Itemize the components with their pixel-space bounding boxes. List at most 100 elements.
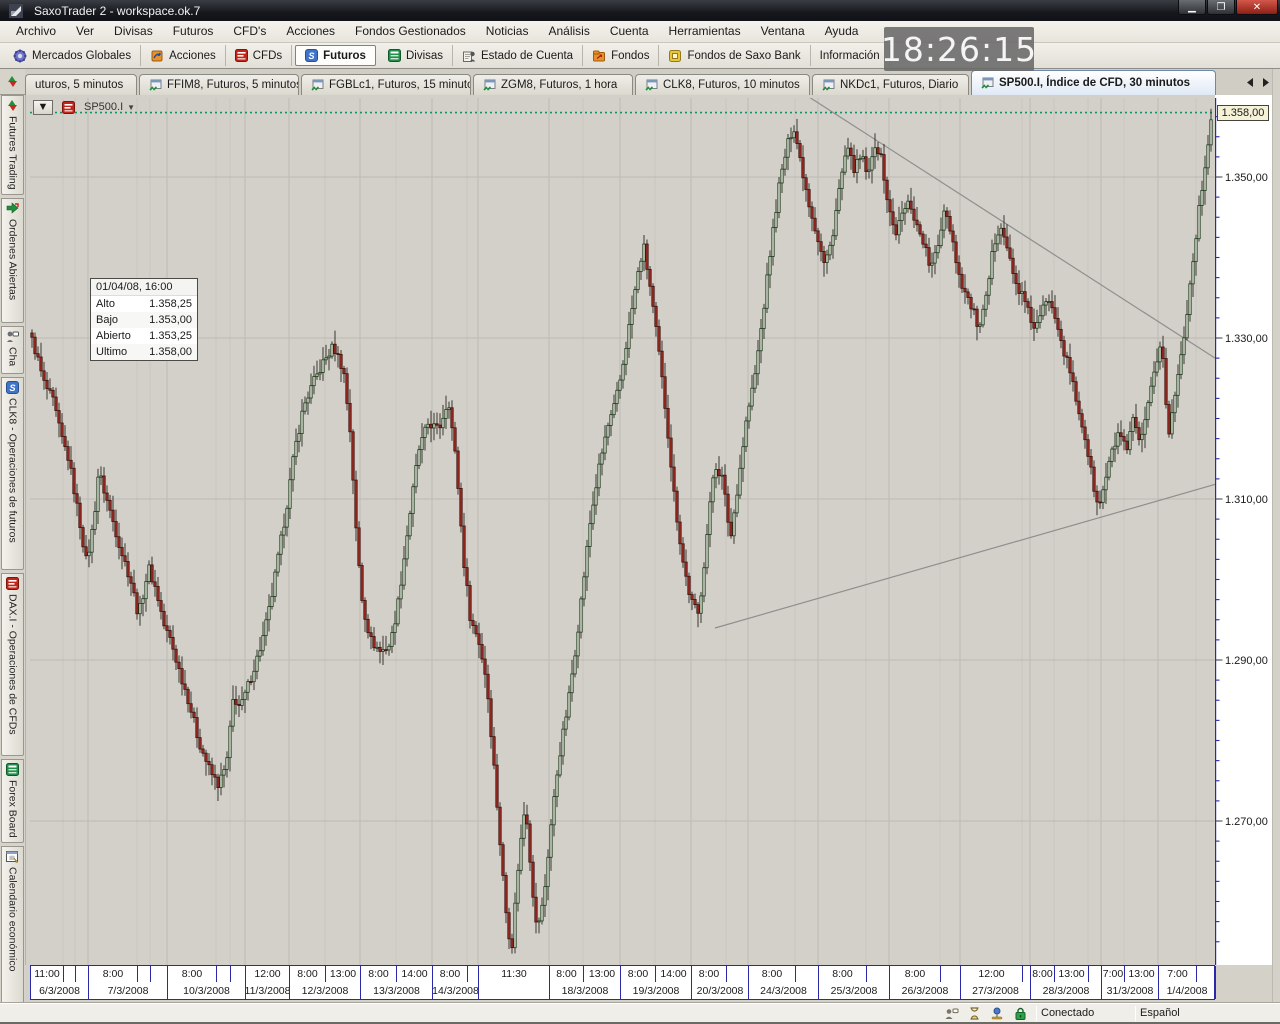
menu-futuros[interactable]: Futuros <box>163 21 224 42</box>
menu-cfd-s[interactable]: CFD's <box>223 21 276 42</box>
secure-lock-icon <box>1014 1007 1027 1020</box>
tab-clk8-futuros-10-minutos[interactable]: CLK8, Futuros, 10 minutos <box>635 74 810 95</box>
menu-divisas[interactable]: Divisas <box>104 21 163 42</box>
svg-text:1.310,00: 1.310,00 <box>1225 494 1268 506</box>
time-cell-7-00: 7:00 <box>1159 966 1197 982</box>
restore-button[interactable]: ❐ <box>1207 0 1235 15</box>
tooltip-high-value: 1.358,25 <box>149 298 192 310</box>
sidebar-calendario-econ-mico[interactable]: Calendario económico <box>1 846 24 1016</box>
window-right-edge <box>1272 69 1280 1003</box>
toolbar-mercados-globales[interactable]: Mercados Globales <box>4 45 141 66</box>
toolbar-informaci-n[interactable]: Información <box>811 45 890 66</box>
date-cell-1-4-2008: 1/4/2008 <box>1159 982 1216 999</box>
menu-fondos-gestionados[interactable]: Fondos Gestionados <box>345 21 476 42</box>
time-cell-11-30: 11:30 <box>479 966 550 982</box>
ohlc-tooltip: 01/04/08, 16:00 Alto1.358,25 Bajo1.353,0… <box>90 278 198 361</box>
time-cell-blank <box>64 966 76 982</box>
time-cell-13-00: 13:00 <box>326 966 361 982</box>
sidebar-forex-board[interactable]: Forex Board <box>1 759 24 843</box>
time-cell-8-00: 8:00 <box>890 966 941 982</box>
toolbar-estado-de-cuenta[interactable]: Estado de Cuenta <box>453 45 583 66</box>
time-cell-13-00: 13:00 <box>584 966 621 982</box>
user-session-icon[interactable] <box>944 1007 959 1020</box>
tab-fgblc1-futuros-15-minutos[interactable]: FGBLc1, Futuros, 15 minutos <box>301 74 471 95</box>
time-cell-blank <box>941 966 961 982</box>
menu-ayuda[interactable]: Ayuda <box>815 21 869 42</box>
toolbar-cfds[interactable]: CFDs <box>226 45 292 66</box>
futuros-icon: S <box>305 49 318 62</box>
time-cell-blank <box>138 966 151 982</box>
tab-scroll-right-icon[interactable] <box>1262 78 1270 87</box>
time-cell-8-00: 8:00 <box>168 966 217 982</box>
tab-scroll-left-icon[interactable] <box>1246 78 1254 87</box>
workspace-corner-icon[interactable] <box>0 69 25 95</box>
date-cell-31-3-2008: 31/3/2008 <box>1102 982 1159 999</box>
time-cell-7-00: 7:00 <box>1102 966 1125 982</box>
sidebar-clk8-operaciones-de-futuros[interactable]: SCLK8 - Operaciones de futuros <box>1 377 24 570</box>
time-cell-11-00: 11:00 <box>31 966 64 982</box>
menu-ver[interactable]: Ver <box>66 21 104 42</box>
toolbar-futuros[interactable]: SFuturos <box>295 45 376 66</box>
toolbar-divisas[interactable]: Divisas <box>379 45 453 66</box>
forex-icon <box>6 763 19 776</box>
date-cell-28-3-2008: 28/3/2008 <box>1031 982 1102 999</box>
cfd-instrument-icon <box>62 101 75 114</box>
date-cell-20-3-2008: 20/3/2008 <box>692 982 749 999</box>
saxotrader-window: SaxoTrader 2 - workspace.ok.7 ▁ ❐ ✕ Arch… <box>0 0 1280 1024</box>
menu-an-lisis[interactable]: Análisis <box>538 21 599 42</box>
sidebar-ordenes-abiertas[interactable]: Ordenes Abiertas <box>1 198 24 323</box>
chat-icon <box>6 330 19 343</box>
sidebar-futures-trading[interactable]: Futures Trading <box>1 95 24 195</box>
instrument-caret-icon[interactable]: ▼ <box>127 103 135 112</box>
chart-dropdown-button[interactable]: ▼ <box>33 100 53 115</box>
close-button[interactable]: ✕ <box>1236 0 1278 15</box>
price-axis[interactable]: 1.350,001.330,001.310,001.290,001.270,00 <box>1215 95 1272 965</box>
time-axis-dates[interactable]: 6/3/20087/3/200810/3/200811/3/200812/3/2… <box>30 982 1215 1000</box>
minimize-button[interactable]: ▁ <box>1178 0 1206 15</box>
date-cell-25-3-2008: 25/3/2008 <box>819 982 890 999</box>
globe-gear-icon <box>13 49 27 63</box>
menu-ventana[interactable]: Ventana <box>751 21 815 42</box>
toolbar-fondos-de-saxo-bank[interactable]: Fondos de Saxo Bank <box>659 45 810 66</box>
menu-cuenta[interactable]: Cuenta <box>600 21 659 42</box>
svg-text:1.350,00: 1.350,00 <box>1225 172 1268 184</box>
instrument-selector[interactable]: ▼ SP500.I ▼ <box>33 99 135 115</box>
tooltip-open-label: Abierto <box>96 330 131 342</box>
status-bar: Conectado Español <box>0 1003 1280 1022</box>
date-cell-6-3-2008: 6/3/2008 <box>31 982 89 999</box>
menu-acciones[interactable]: Acciones <box>276 21 345 42</box>
time-cell-blank <box>231 966 246 982</box>
sidebar-cha[interactable]: Cha <box>1 326 24 374</box>
menu-archivo[interactable]: Archivo <box>6 21 66 42</box>
tab-uturos-5-minutos[interactable]: uturos, 5 minutos <box>25 74 137 95</box>
time-cell-blank <box>217 966 231 982</box>
svg-text:1.330,00: 1.330,00 <box>1225 333 1268 345</box>
time-cell-8-00: 8:00 <box>89 966 138 982</box>
toolbar-acciones[interactable]: Acciones <box>141 45 226 66</box>
clock-overlay: 18:26:15 <box>884 27 1034 71</box>
candlestick-chart[interactable] <box>30 98 1215 965</box>
tab-nkdc1-futuros-diario[interactable]: NKDc1, Futuros, Diario <box>812 74 969 95</box>
calendar-icon <box>6 850 19 863</box>
connection-status: Conectado <box>1041 1007 1131 1019</box>
toolbar-fondos[interactable]: Fondos <box>583 45 659 66</box>
date-cell-13-3-2008: 13/3/2008 <box>361 982 433 999</box>
menu-herramientas[interactable]: Herramientas <box>659 21 751 42</box>
sidebar-dax-i-operaciones-de-cfds[interactable]: DAX.I - Operaciones de CFDs <box>1 573 24 756</box>
date-cell-10-3-2008: 10/3/2008 <box>168 982 246 999</box>
time-cell-blank <box>727 966 749 982</box>
cfd-icon <box>235 49 248 62</box>
menu-noticias[interactable]: Noticias <box>476 21 539 42</box>
title-bar: SaxoTrader 2 - workspace.ok.7 ▁ ❐ ✕ <box>0 0 1280 21</box>
time-axis-times[interactable]: 11:008:008:0012:008:0013:008:0014:008:00… <box>30 965 1215 983</box>
arrows-icon <box>6 99 19 112</box>
time-cell-14-00: 14:00 <box>656 966 692 982</box>
orders-icon <box>6 202 19 215</box>
tab-zgm8-futuros-1-hora[interactable]: ZGM8, Futuros, 1 hora <box>473 74 633 95</box>
tab-sp500-i-ndice-de-cfd-30-minutos[interactable]: SP500.I, Índice de CFD, 30 minutos <box>971 70 1216 95</box>
window-title: SaxoTrader 2 - workspace.ok.7 <box>34 4 200 18</box>
time-cell-8-00: 8:00 <box>819 966 867 982</box>
time-cell-blank <box>151 966 168 982</box>
time-cell-8-00: 8:00 <box>1031 966 1055 982</box>
tab-ffim8-futuros-5-minutos[interactable]: FFIM8, Futuros, 5 minutos <box>139 74 299 95</box>
